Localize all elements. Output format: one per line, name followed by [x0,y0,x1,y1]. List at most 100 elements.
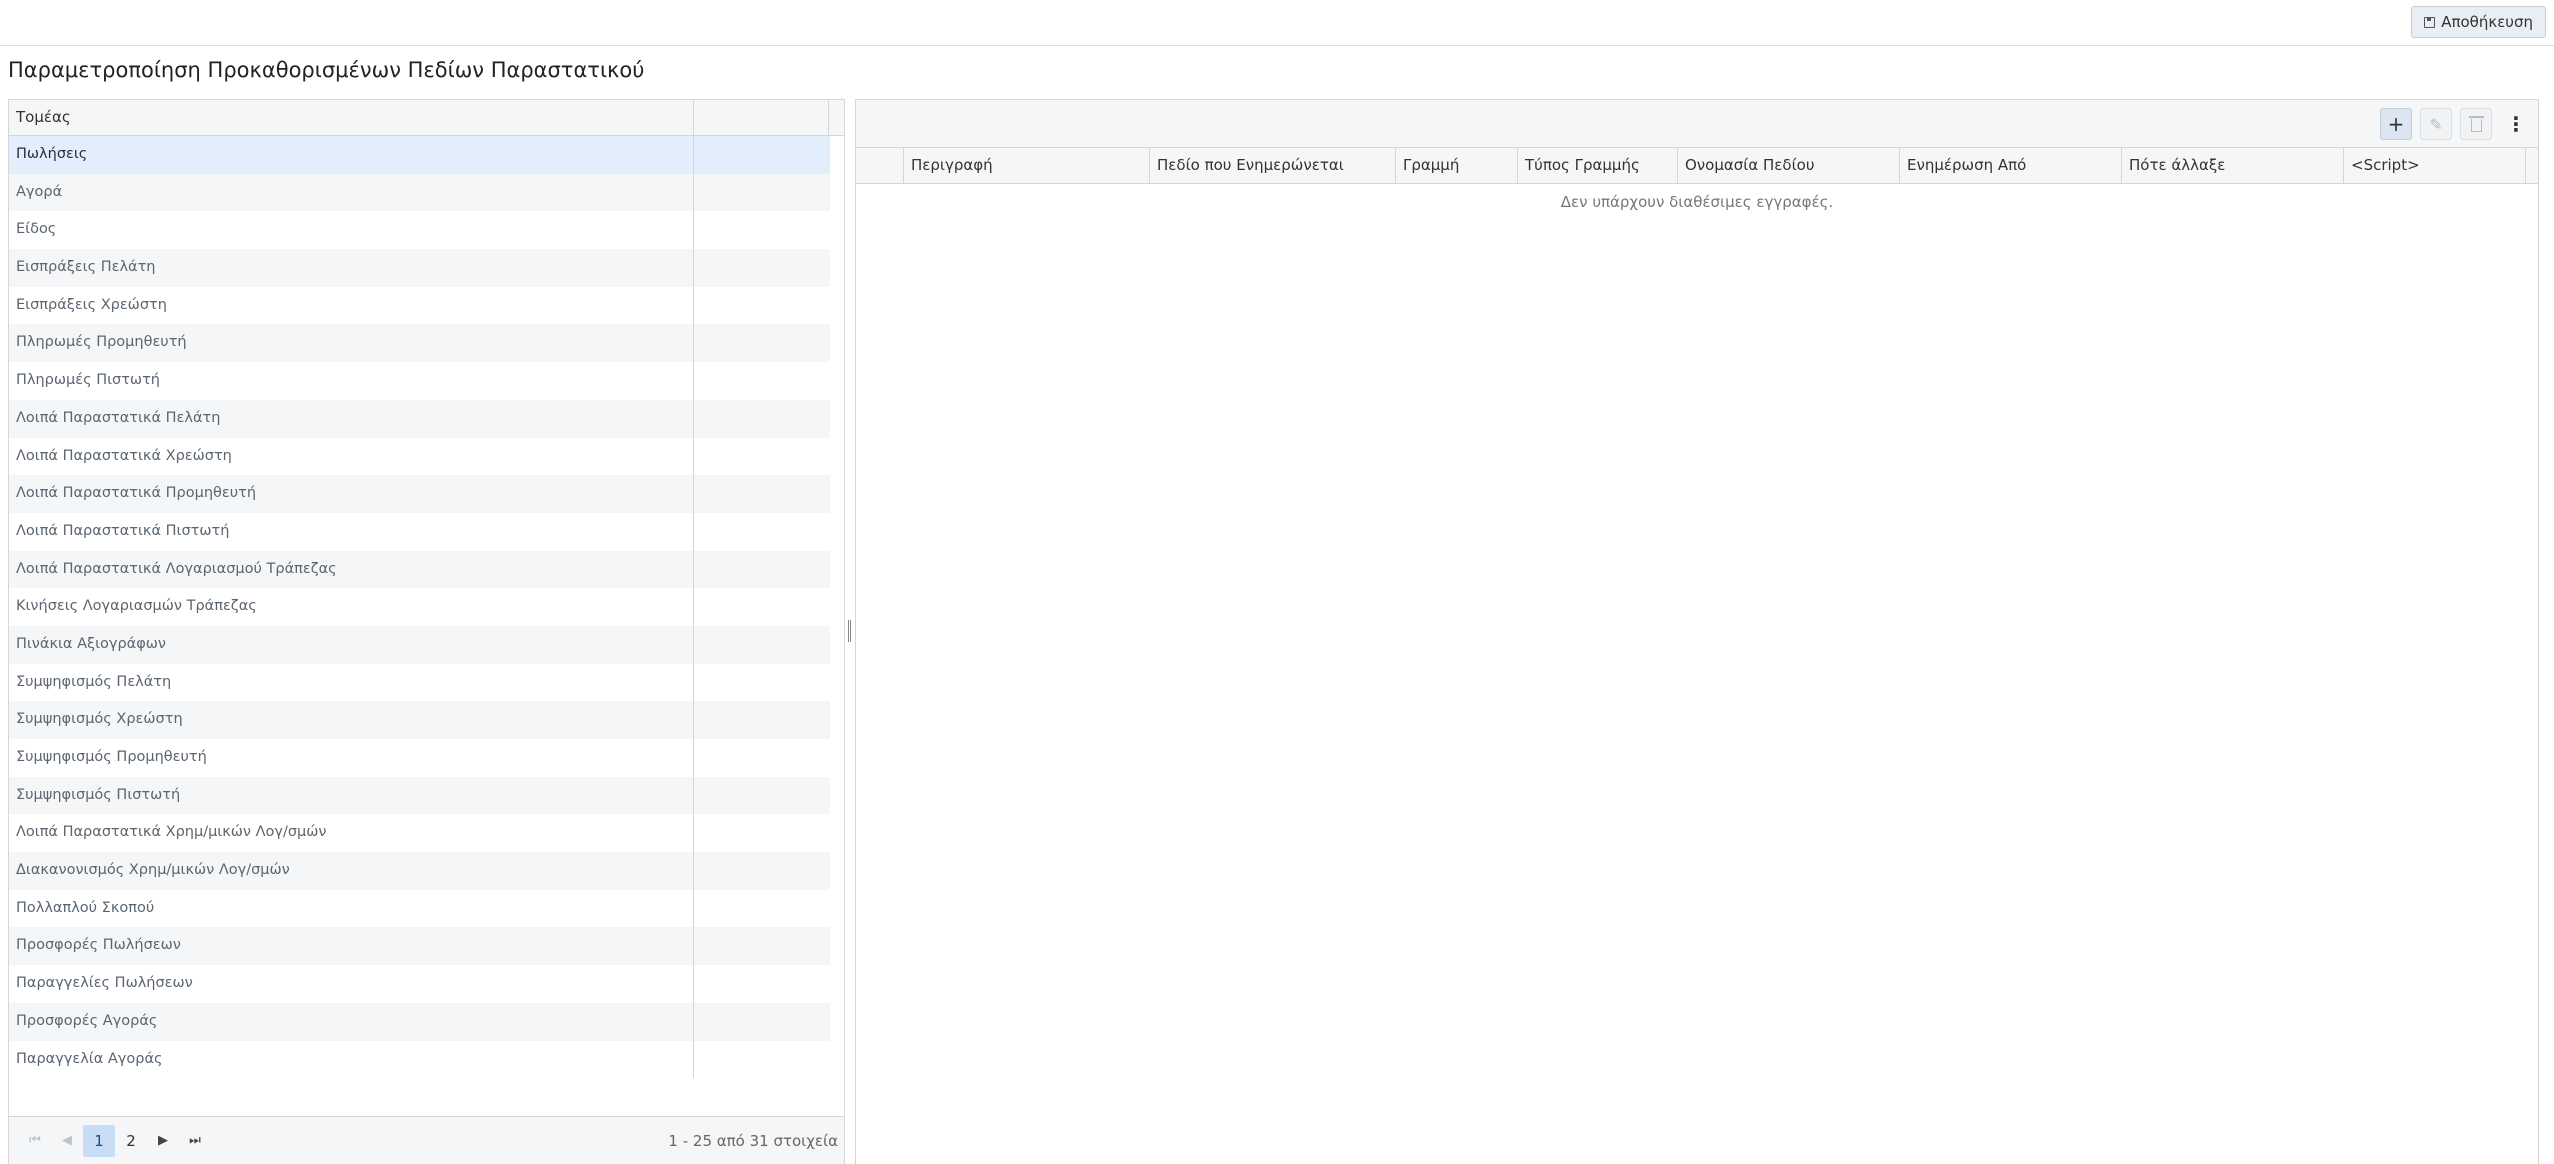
table-row[interactable]: Συμψηφισμός Πελάτη [9,663,830,702]
sector-cell: Λοιπά Παραστατικά Πελάτη [9,399,694,438]
sector-cell: Κινήσεις Λογαριασμών Τράπεζας [9,588,694,626]
table-row[interactable]: Διακανονισμός Χρημ/μικών Λογ/σμών [9,852,830,890]
table-row[interactable]: Πινάκια Αξιογράφων [9,625,830,664]
empty-cell [694,438,830,476]
table-row[interactable]: Παραγγελία Αγοράς [9,1040,830,1079]
column-header-checkbox [856,148,904,183]
empty-cell [694,324,830,362]
empty-cell [694,927,830,965]
table-row[interactable]: Εισπράξεις Πελάτη [9,249,830,287]
column-header-empty [694,100,829,135]
column-header-script[interactable]: <Script> [2344,148,2526,183]
empty-cell [694,701,830,739]
empty-cell [694,626,830,664]
sector-cell: Πληρωμές Πιστωτή [9,362,694,400]
table-row[interactable]: Λοιπά Παραστατικά Χρεώστη [9,437,830,476]
column-header-updated-field[interactable]: Πεδίο που Ενημερώνεται [1150,148,1396,183]
page-title: Παραμετροποίηση Προκαθορισμένων Πεδίων Π… [8,58,645,82]
next-page-icon[interactable]: ▶ [147,1125,179,1157]
empty-cell [694,400,830,438]
fields-grid-toolbar: + ✎ ⋮ [856,100,2538,148]
table-row[interactable]: Πωλήσεις [9,136,830,174]
empty-cell [694,1041,830,1079]
sector-cell: Συμψηφισμός Χρεώστη [9,701,694,739]
empty-cell [694,588,830,626]
column-header-changed-when[interactable]: Πότε άλλαξε [2122,148,2344,183]
table-row[interactable]: Λοιπά Παραστατικά Προμηθευτή [9,475,830,513]
sector-cell: Συμψηφισμός Προμηθευτή [9,739,694,777]
table-row[interactable]: Πολλαπλού Σκοπού [9,889,830,928]
empty-cell [694,136,830,174]
panel-splitter-handle[interactable] [848,620,851,642]
empty-cell [694,814,830,852]
sector-cell: Συμψηφισμός Πελάτη [9,663,694,702]
page-button-1[interactable]: 1 [83,1124,115,1157]
table-row[interactable]: Εισπράξεις Χρεώστη [9,286,830,325]
empty-cell [694,777,830,815]
empty-cell [694,664,830,702]
sector-cell: Πινάκια Αξιογράφων [9,625,694,664]
save-button[interactable]: Αποθήκευση [2411,6,2546,38]
save-button-label: Αποθήκευση [2441,13,2533,31]
sector-grid-header: Τομέας [9,100,844,136]
fields-grid-header: Περιγραφή Πεδίο που Ενημερώνεται Γραμμή … [856,148,2538,184]
last-page-icon[interactable]: ⏭ [179,1125,211,1157]
table-row[interactable]: Πληρωμές Προμηθευτή [9,324,830,363]
empty-cell [694,362,830,400]
sector-cell: Προσφορές Πωλήσεων [9,927,694,966]
table-row[interactable]: Αγορά [9,173,830,212]
empty-cell [694,174,830,212]
sector-cell: Πωλήσεις [9,136,694,174]
table-row[interactable]: Πληρωμές Πιστωτή [9,362,830,400]
empty-cell [694,739,830,777]
sector-cell: Παραγγελίες Πωλήσεων [9,965,694,1003]
column-header-line-type[interactable]: Τύπος Γραμμής [1518,148,1678,183]
sector-cell: Λοιπά Παραστατικά Προμηθευτή [9,475,694,513]
empty-cell [694,211,830,249]
column-header-description[interactable]: Περιγραφή [904,148,1150,183]
table-row[interactable]: Προσφορές Πωλήσεων [9,927,830,966]
table-row[interactable]: Είδος [9,211,830,250]
empty-cell [694,287,830,325]
table-row[interactable]: Συμψηφισμός Χρεώστη [9,701,830,739]
more-options-icon[interactable]: ⋮ [2500,108,2532,140]
first-page-icon[interactable]: ⏮ [19,1125,51,1157]
empty-cell [694,1003,830,1041]
table-row[interactable]: Λοιπά Παραστατικά Λογαριασμού Τράπεζας [9,550,830,589]
sector-cell: Εισπράξεις Χρεώστη [9,286,694,325]
save-icon [2424,16,2436,28]
table-row[interactable]: Λοιπά Παραστατικά Χρημ/μικών Λογ/σμών [9,814,830,853]
add-icon[interactable]: + [2380,108,2412,140]
empty-cell [694,475,830,513]
sector-cell: Λοιπά Παραστατικά Πιστωτή [9,512,694,551]
sector-cell: Λοιπά Παραστατικά Χρεώστη [9,437,694,476]
empty-cell [694,551,830,589]
sector-cell: Παραγγελία Αγοράς [9,1040,694,1079]
table-row[interactable]: Λοιπά Παραστατικά Πελάτη [9,399,830,438]
delete-icon[interactable] [2460,108,2492,140]
column-header-updated-from[interactable]: Ενημέρωση Από [1900,148,2122,183]
table-row[interactable]: Λοιπά Παραστατικά Πιστωτή [9,512,830,551]
empty-cell [694,513,830,551]
pager: ⏮ ◀ 1 2 ▶ ⏭ 1 - 25 από 31 στοιχεία [9,1116,844,1164]
edit-icon[interactable]: ✎ [2420,108,2452,140]
sector-cell: Πολλαπλού Σκοπού [9,889,694,928]
empty-cell [694,249,830,287]
previous-page-icon[interactable]: ◀ [51,1125,83,1157]
column-header-sector[interactable]: Τομέας [9,100,694,135]
table-row[interactable]: Συμψηφισμός Προμηθευτή [9,739,830,777]
table-row[interactable]: Κινήσεις Λογαριασμών Τράπεζας [9,588,830,626]
column-header-field-name[interactable]: Ονομασία Πεδίου [1678,148,1900,183]
page-button-2[interactable]: 2 [115,1125,147,1157]
fields-grid: + ✎ ⋮ Περιγραφή Πεδίο που Ενημερώνεται Γ… [855,99,2539,1164]
empty-records-message: Δεν υπάρχουν διαθέσιμες εγγραφές. [1560,193,1834,211]
pager-info: 1 - 25 από 31 στοιχεία [668,1132,838,1150]
top-toolbar: Αποθήκευση [0,0,2554,46]
table-row[interactable]: Προσφορές Αγοράς [9,1002,830,1041]
empty-cell [694,965,830,1003]
sector-cell: Είδος [9,211,694,250]
sector-cell: Συμψηφισμός Πιστωτή [9,776,694,815]
column-header-line[interactable]: Γραμμή [1396,148,1518,183]
table-row[interactable]: Συμψηφισμός Πιστωτή [9,776,830,815]
table-row[interactable]: Παραγγελίες Πωλήσεων [9,965,830,1003]
